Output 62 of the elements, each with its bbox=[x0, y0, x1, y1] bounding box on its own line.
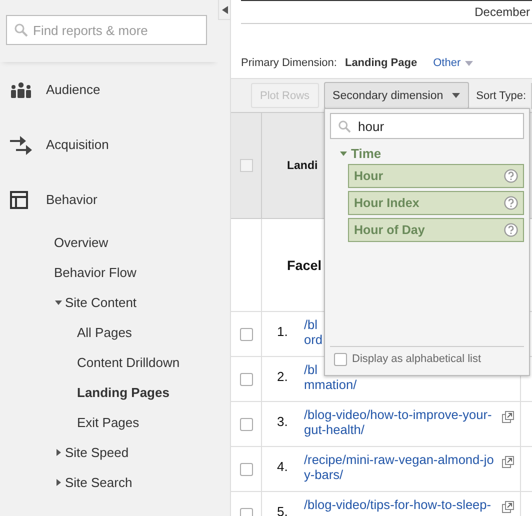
nav-item[interactable]: Site Speed bbox=[65, 444, 129, 460]
checkbox[interactable] bbox=[240, 328, 252, 340]
collapse-button[interactable] bbox=[218, 0, 230, 20]
nav-item[interactable]: Landing Pages bbox=[77, 384, 170, 400]
external-link-icon[interactable] bbox=[502, 411, 514, 423]
row-number: 1. bbox=[276, 324, 289, 339]
row-number: 4. bbox=[276, 459, 289, 474]
arrows-icon bbox=[10, 134, 32, 154]
nav-item[interactable]: Behavior Flow bbox=[54, 264, 136, 280]
checkbox[interactable] bbox=[240, 418, 252, 430]
date-range[interactable]: December bbox=[474, 5, 530, 19]
page-link[interactable]: gut-health/ bbox=[304, 422, 492, 437]
help-icon[interactable] bbox=[504, 196, 518, 210]
page-link[interactable]: y-bars/ bbox=[304, 467, 494, 482]
help-icon[interactable] bbox=[504, 169, 518, 183]
secondary-dimension-button[interactable]: Secondary dimension bbox=[324, 82, 470, 109]
expand-caret-icon[interactable] bbox=[55, 448, 62, 456]
external-link-icon[interactable] bbox=[502, 501, 514, 513]
search-icon bbox=[338, 120, 351, 133]
page-link[interactable]: /blog-video/tips-for-how-to-sleep- bbox=[304, 497, 492, 512]
layout-icon bbox=[10, 190, 28, 208]
triangle-icon bbox=[222, 6, 228, 14]
nav-item[interactable]: All Pages bbox=[77, 324, 132, 340]
sort-type-label: Sort Type: bbox=[476, 90, 526, 102]
page-link[interactable]: mmation/ bbox=[304, 377, 357, 392]
checkbox[interactable] bbox=[240, 159, 252, 172]
search-field[interactable]: Find reports & more bbox=[6, 15, 207, 45]
nav-item[interactable]: Content Drilldown bbox=[77, 354, 180, 370]
group-label[interactable]: Time bbox=[351, 146, 382, 160]
other-link[interactable]: Other bbox=[433, 57, 461, 69]
help-icon[interactable] bbox=[504, 223, 518, 237]
page-link[interactable]: /blog-video/how-to-improve-your- bbox=[304, 407, 492, 422]
nav-item[interactable]: Acquisition bbox=[46, 137, 109, 152]
row-number: 2. bbox=[276, 369, 289, 384]
checkbox-label: Display as alphabetical list bbox=[352, 353, 482, 365]
expand-caret-icon[interactable] bbox=[55, 298, 62, 306]
people-icon bbox=[10, 82, 32, 98]
dimension-search-field[interactable]: hour bbox=[330, 113, 524, 139]
page-link[interactable]: ord bbox=[304, 332, 322, 347]
nav-item[interactable]: Exit Pages bbox=[77, 414, 140, 430]
expand-caret-icon[interactable] bbox=[340, 150, 347, 156]
primary-dimension-value[interactable]: Landing Page bbox=[344, 57, 418, 69]
primary-dimension-label: Primary Dimension: bbox=[241, 57, 337, 69]
nav-item[interactable]: Audience bbox=[46, 82, 100, 97]
caret-icon bbox=[464, 60, 473, 66]
row-number: 3. bbox=[276, 414, 289, 429]
page-link[interactable]: /bl bbox=[304, 317, 322, 332]
nav-item[interactable]: Overview bbox=[54, 234, 108, 250]
checkbox[interactable] bbox=[240, 372, 252, 386]
caret-icon bbox=[452, 93, 460, 98]
segment-label: Facel bbox=[287, 258, 322, 272]
row-number: 5. bbox=[276, 504, 289, 516]
checkbox[interactable] bbox=[240, 462, 252, 476]
nav-item[interactable]: Behavior bbox=[46, 192, 98, 207]
search-icon bbox=[14, 23, 28, 37]
column-header[interactable]: Landi bbox=[287, 160, 318, 172]
external-link-icon[interactable] bbox=[502, 456, 514, 468]
expand-caret-icon[interactable] bbox=[55, 478, 62, 486]
checkbox[interactable] bbox=[334, 352, 347, 366]
page-link[interactable]: /recipe/mini-raw-vegan-almond-jo bbox=[304, 452, 494, 467]
nav-item[interactable]: Site Search bbox=[65, 474, 132, 490]
nav-item[interactable]: Site Content bbox=[65, 294, 137, 310]
